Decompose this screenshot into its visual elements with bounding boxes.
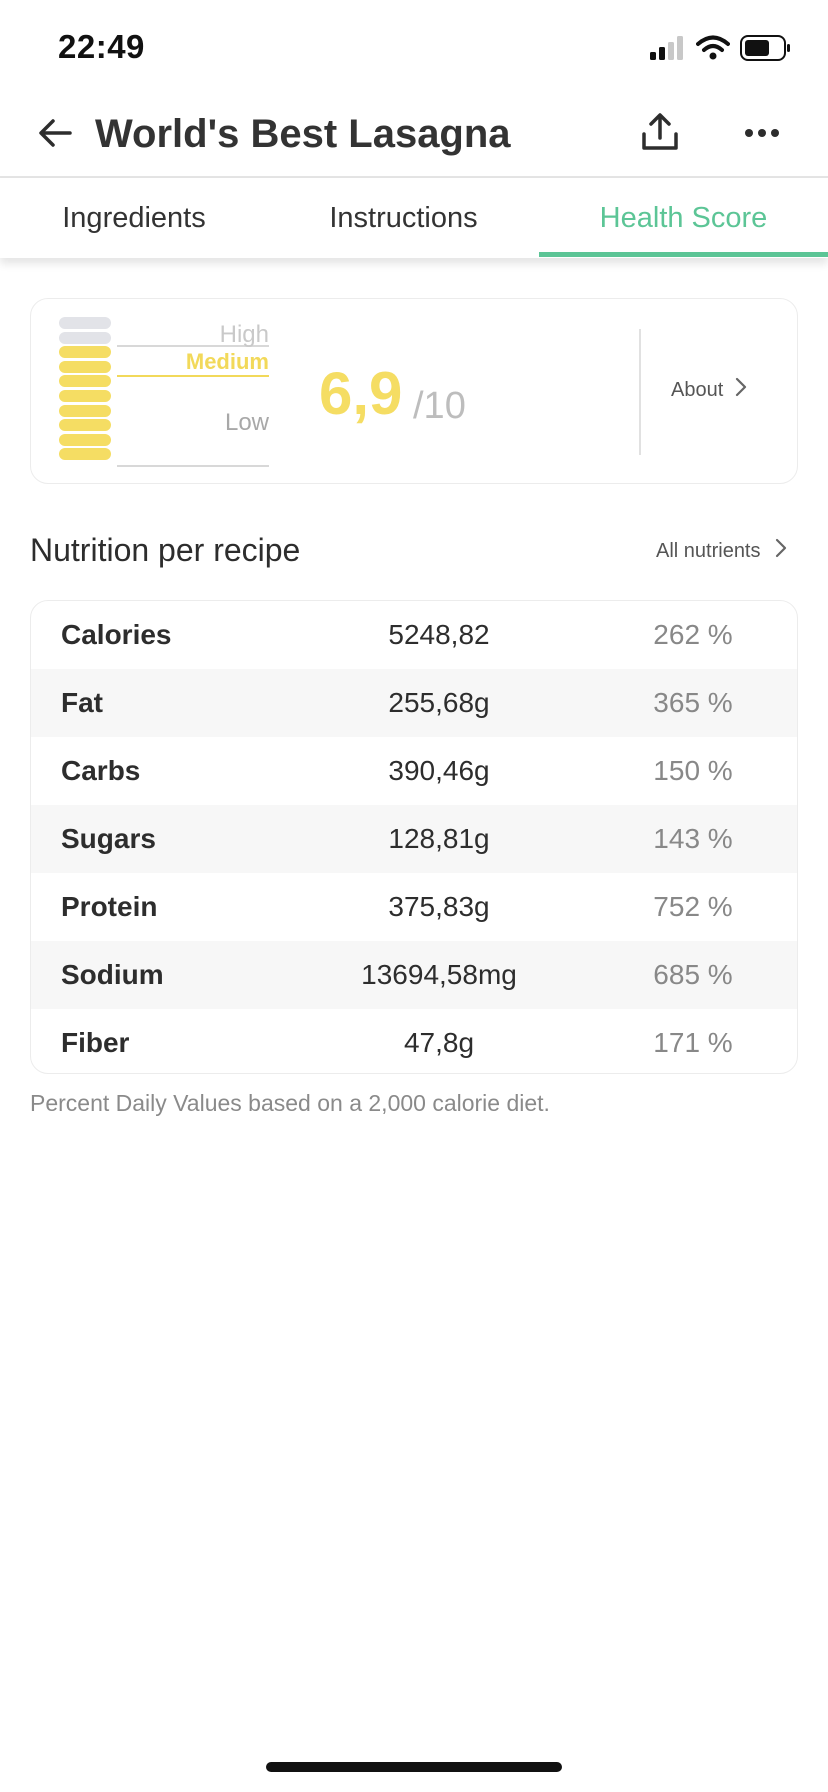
more-options-button[interactable] <box>738 106 786 162</box>
all-nutrients-link[interactable]: All nutrients <box>656 538 787 564</box>
meter-label-low: Low <box>224 409 269 436</box>
meter-segment <box>59 375 111 388</box>
nutrition-row-carbs: Carbs 390,46g 150 % <box>31 737 797 805</box>
health-meter <box>59 317 113 467</box>
meter-segment <box>59 331 111 344</box>
nutrient-name: Sodium <box>61 959 164 990</box>
meter-segment <box>59 419 111 432</box>
nutrient-amount: 13694,58mg <box>361 959 517 990</box>
all-nutrients-label: All nutrients <box>656 539 761 562</box>
meter-segment <box>59 390 111 402</box>
nutrition-row-sodium: Sodium 13694,58mg 685 % <box>31 941 797 1009</box>
battery-icon <box>740 34 792 66</box>
card-divider <box>639 329 641 455</box>
about-link[interactable]: About <box>671 377 747 403</box>
more-dots-icon <box>744 125 780 143</box>
nutrient-percent: 752 % <box>653 891 733 922</box>
nutrient-name: Calories <box>61 619 172 650</box>
tab-ingredients[interactable]: Ingredients <box>0 178 268 258</box>
chevron-right-icon <box>775 538 787 564</box>
nutrient-name: Fiber <box>61 1027 130 1058</box>
nutrient-name: Fat <box>61 687 103 718</box>
meter-segment <box>59 448 111 461</box>
cellular-signal-icon <box>650 35 686 65</box>
nutrient-percent: 365 % <box>653 687 733 718</box>
share-button[interactable] <box>632 106 688 162</box>
health-score-value: 6,9 <box>319 360 403 427</box>
meter-low-line <box>117 465 269 467</box>
page-title: World's Best Lasagna <box>95 112 511 156</box>
nutrient-name: Protein <box>61 891 158 922</box>
meter-label-medium: Medium <box>185 349 269 374</box>
chevron-right-icon <box>735 377 747 403</box>
nutrient-name: Carbs <box>61 755 141 786</box>
meter-label-high: High <box>219 321 269 348</box>
nutrient-percent: 150 % <box>653 755 733 786</box>
nutrition-row-fat: Fat 255,68g 365 % <box>31 669 797 737</box>
status-icons <box>650 34 792 66</box>
nutrition-row-fiber: Fiber 47,8g 171 % <box>31 1009 797 1073</box>
tab-health-score[interactable]: Health Score <box>539 178 828 258</box>
nutrient-amount: 5248,82 <box>388 619 490 650</box>
status-time: 22:49 <box>58 28 145 65</box>
back-button[interactable] <box>30 110 80 160</box>
active-tab-indicator <box>539 252 828 257</box>
nutrient-amount: 375,83g <box>388 891 490 922</box>
nutrition-row-sugars: Sugars 128,81g 143 % <box>31 805 797 873</box>
health-score-card: High Medium Low 6,9 /10 About <box>30 298 798 484</box>
nutrient-amount: 255,68g <box>388 687 490 718</box>
nutrient-amount: 47,8g <box>403 1027 475 1058</box>
tab-bar: Ingredients Instructions Health Score <box>0 178 828 258</box>
meter-segment <box>59 360 111 373</box>
tab-instructions[interactable]: Instructions <box>268 178 539 258</box>
nutrient-percent: 143 % <box>653 823 733 854</box>
nutrient-percent: 171 % <box>653 1027 733 1058</box>
app-header: World's Best Lasagna <box>0 100 828 176</box>
daily-values-footnote: Percent Daily Values based on a 2,000 ca… <box>30 1090 550 1116</box>
meter-segment <box>59 317 111 329</box>
home-indicator[interactable] <box>266 1762 562 1772</box>
nutrition-section-title: Nutrition per recipe <box>30 532 301 568</box>
nutrient-amount: 390,46g <box>388 755 490 786</box>
meter-segment <box>59 404 111 417</box>
nutrient-amount: 128,81g <box>388 823 490 854</box>
meter-segment <box>59 346 111 359</box>
share-icon <box>640 112 680 157</box>
meter-medium-line <box>117 375 269 377</box>
health-score-max: /10 <box>413 385 466 427</box>
nutrition-row-calories: Calories 5248,82 262 % <box>31 601 797 669</box>
wifi-icon <box>696 35 730 66</box>
about-label: About <box>671 378 724 401</box>
nutrition-row-protein: Protein 375,83g 752 % <box>31 873 797 941</box>
nutrition-table: Calories 5248,82 262 % Fat 255,68g 365 %… <box>30 600 798 1074</box>
nutrient-percent: 685 % <box>653 959 733 990</box>
status-bar: 22:49 <box>0 0 828 100</box>
meter-segment <box>59 433 111 446</box>
nutrient-percent: 262 % <box>653 619 733 650</box>
nutrient-name: Sugars <box>61 823 156 854</box>
back-arrow-icon <box>38 118 72 153</box>
